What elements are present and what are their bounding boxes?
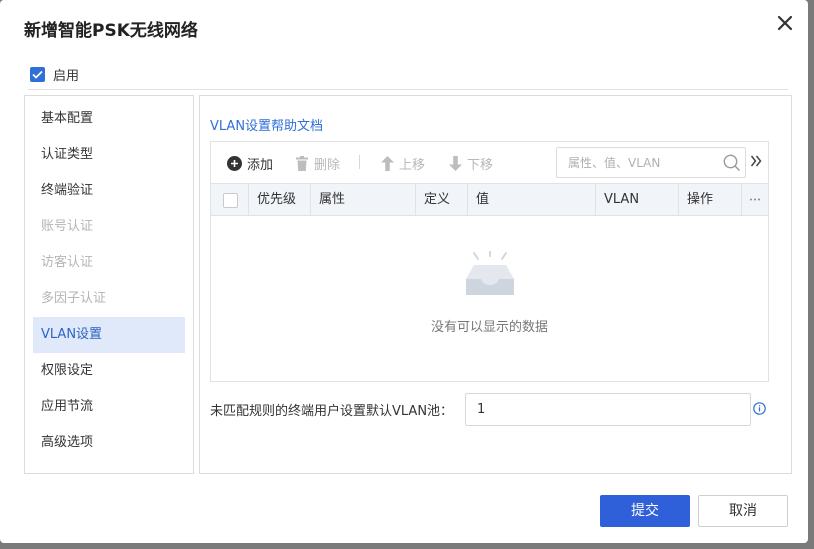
sidebar-item-auth-type[interactable]: 认证类型 (33, 137, 185, 173)
column-header-definition[interactable]: 定义 (415, 184, 467, 215)
move-down-label: 下移 (467, 157, 494, 173)
delete-button[interactable]: 删除 (295, 154, 341, 173)
default-vlan-input[interactable] (465, 393, 751, 426)
grid-toolbar: 添加 删除 上移 下移 (211, 142, 768, 183)
sidebar-item-terminal-verify[interactable]: 终端验证 (33, 173, 185, 209)
sidebar-item-vlan[interactable]: VLAN设置 (33, 317, 185, 353)
empty-state-text: 没有可以显示的数据 (430, 320, 548, 335)
info-icon[interactable] (753, 402, 766, 419)
select-all-checkbox[interactable] (223, 193, 238, 208)
double-chevron-right-icon[interactable] (750, 153, 762, 173)
dialog: 新增智能PSK无线网络 启用 基本配置 认证类型 终端验证 账号认证 访客认证 … (0, 0, 808, 543)
table-header: 优先级 属性 定义 值 VLAN 操作 (211, 183, 768, 216)
enable-checkbox[interactable] (30, 67, 45, 82)
search-input[interactable] (557, 148, 717, 177)
close-icon[interactable] (772, 10, 798, 36)
submit-button[interactable]: 提交 (600, 495, 690, 527)
trash-icon (296, 155, 308, 171)
column-settings-icon[interactable] (741, 184, 768, 215)
sidebar-item-account-auth[interactable]: 账号认证 (33, 209, 185, 245)
sidebar-item-permissions[interactable]: 权限设定 (33, 353, 185, 389)
move-up-button[interactable]: 上移 (381, 154, 426, 173)
column-header-priority[interactable]: 优先级 (248, 184, 310, 215)
delete-label: 删除 (314, 157, 341, 173)
cancel-button[interactable]: 取消 (698, 495, 788, 527)
vlan-rule-grid: 添加 删除 上移 下移 属性、值、VLAN 优先级 属性 定义 值 VLAN 操… (210, 141, 769, 382)
empty-inbox-icon (464, 250, 516, 301)
default-vlan-label: 未匹配规则的终端用户设置默认VLAN池： (210, 404, 454, 419)
sidebar-item-advanced[interactable]: 高级选项 (33, 425, 185, 461)
sidebar-item-basic-config[interactable]: 基本配置 (33, 101, 185, 137)
move-up-label: 上移 (399, 157, 426, 173)
vlan-help-link[interactable]: VLAN设置帮助文档 (210, 115, 323, 134)
column-header-value[interactable]: 值 (467, 184, 595, 215)
column-header-actions[interactable]: 操作 (678, 184, 741, 215)
search-box (556, 147, 746, 178)
sidebar-item-guest-auth[interactable]: 访客认证 (33, 245, 185, 281)
sidebar-item-mfa[interactable]: 多因子认证 (33, 281, 185, 317)
add-label: 添加 (247, 157, 274, 173)
column-header-vlan[interactable]: VLAN (595, 184, 678, 215)
vlan-panel: VLAN设置帮助文档 添加 删除 上移 下移 属性、值、VLAN 优先级 属性 … (199, 95, 792, 474)
plus-circle-icon (227, 155, 242, 171)
divider (28, 89, 788, 90)
sidebar: 基本配置 认证类型 终端验证 账号认证 访客认证 多因子认证 VLAN设置 权限… (24, 95, 194, 474)
add-button[interactable]: 添加 (227, 154, 274, 173)
search-icon[interactable] (723, 154, 741, 176)
sidebar-item-app-throttle[interactable]: 应用节流 (33, 389, 185, 425)
arrow-up-icon (381, 155, 394, 171)
column-header-attribute[interactable]: 属性 (310, 184, 415, 215)
enable-row: 启用 (30, 65, 79, 84)
arrow-down-icon (449, 155, 462, 171)
enable-label: 启用 (53, 69, 80, 84)
toolbar-divider (359, 155, 360, 169)
move-down-button[interactable]: 下移 (449, 154, 494, 173)
dialog-title: 新增智能PSK无线网络 (24, 21, 198, 41)
